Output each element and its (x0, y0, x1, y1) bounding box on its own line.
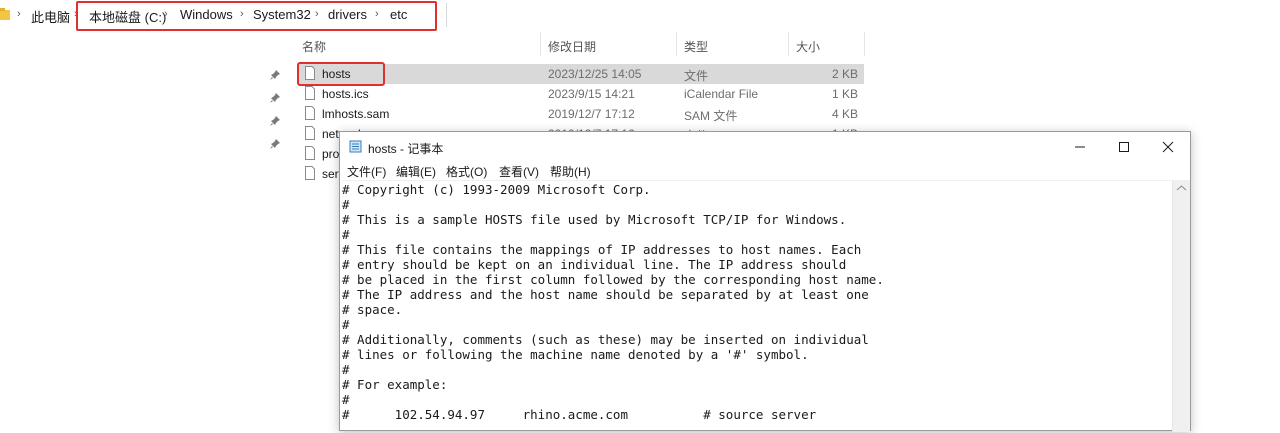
text-line: # (342, 392, 350, 407)
column-header-size[interactable]: 大小 (796, 38, 820, 55)
file-date: 2023/9/15 14:21 (548, 87, 635, 101)
column-divider[interactable] (864, 32, 865, 56)
pin-icon (270, 139, 280, 149)
file-name: hosts.ics (322, 87, 369, 101)
text-line: # The IP address and the host name shoul… (342, 287, 869, 302)
menu-edit[interactable]: 编辑(E) (396, 163, 436, 180)
file-type: 文件 (684, 69, 709, 83)
file-row-lmhosts[interactable]: lmhosts.sam 2019/12/7 17:12 SAM 文件 4 KB (298, 104, 864, 124)
notepad-app-icon (349, 140, 362, 153)
file-type: SAM 文件 (684, 109, 738, 123)
file-size: 1 KB (831, 87, 858, 101)
vertical-scrollbar[interactable] (1172, 180, 1190, 432)
text-line: # Copyright (c) 1993-2009 Microsoft Corp… (342, 182, 651, 197)
text-line: # (342, 362, 350, 377)
menu-help[interactable]: 帮助(H) (550, 163, 591, 180)
notepad-menubar: 文件(F) 编辑(E) 格式(O) 查看(V) 帮助(H) (340, 162, 1190, 180)
pin-icon (270, 93, 280, 103)
file-name: lmhosts.sam (322, 107, 390, 121)
file-icon (305, 166, 315, 180)
notepad-titlebar[interactable]: hosts - 记事本 (340, 132, 1190, 162)
pin-icon (270, 70, 280, 80)
column-divider[interactable] (788, 32, 789, 56)
file-icon (305, 126, 315, 140)
text-line: # (342, 317, 350, 332)
folder-icon (0, 8, 10, 20)
text-line: # 102.54.94.97 rhino.acme.com # source s… (342, 407, 817, 422)
column-divider[interactable] (540, 32, 541, 56)
text-line: # entry should be kept on an individual … (342, 257, 847, 272)
text-line: # space. (342, 302, 403, 317)
address-divider (446, 3, 447, 27)
notepad-text-area[interactable]: # Copyright (c) 1993-2009 Microsoft Corp… (342, 180, 1172, 433)
hosts-highlight-box (297, 62, 385, 86)
window-title: hosts - 记事本 (368, 142, 444, 156)
column-header-date[interactable]: 修改日期 (548, 38, 596, 55)
menu-file[interactable]: 文件(F) (347, 163, 386, 180)
close-icon[interactable] (1146, 132, 1190, 162)
menu-format[interactable]: 格式(O) (446, 163, 487, 180)
text-line: # lines or following the machine name de… (342, 347, 809, 362)
column-header-type[interactable]: 类型 (684, 38, 708, 55)
file-icon (305, 106, 315, 120)
chevron-right-icon: › (17, 8, 21, 20)
notepad-window[interactable]: hosts - 记事本 文件(F) 编辑(E) 格式(O) 查看(V) 帮助(H… (339, 131, 1191, 433)
text-line: # be placed in the first column followed… (342, 272, 884, 287)
text-line: # Additionally, comments (such as these)… (342, 332, 869, 347)
scroll-up-arrow-icon[interactable] (1176, 184, 1187, 192)
text-line: # (342, 197, 350, 212)
breadcrumb-this-pc[interactable]: 此电脑 (31, 7, 70, 26)
file-icon (305, 86, 315, 100)
pin-icon (270, 116, 280, 126)
text-line: # (342, 227, 350, 242)
text-line: # This file contains the mappings of IP … (342, 242, 862, 257)
file-icon (305, 146, 315, 160)
menu-view[interactable]: 查看(V) (499, 163, 539, 180)
address-highlight-box (76, 1, 437, 31)
file-date: 2023/12/25 14:05 (548, 67, 642, 81)
file-size: 4 KB (831, 107, 858, 121)
maximize-icon[interactable] (1102, 132, 1146, 162)
file-type: iCalendar File (684, 87, 759, 101)
text-line: # For example: (342, 377, 448, 392)
text-line: # This is a sample HOSTS file used by Mi… (342, 212, 847, 227)
file-date: 2019/12/7 17:12 (548, 107, 635, 121)
minimize-icon[interactable] (1058, 132, 1102, 162)
file-row-hosts-ics[interactable]: hosts.ics 2023/9/15 14:21 iCalendar File… (298, 84, 864, 104)
file-size: 2 KB (831, 67, 858, 81)
column-divider[interactable] (676, 32, 677, 56)
column-header-name[interactable]: 名称 (302, 38, 326, 55)
